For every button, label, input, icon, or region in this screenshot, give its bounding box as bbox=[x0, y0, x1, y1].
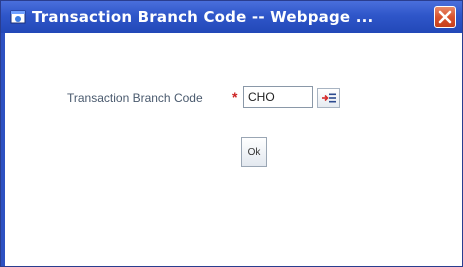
list-of-values-button[interactable] bbox=[317, 88, 340, 108]
required-marker: * bbox=[232, 89, 238, 105]
dialog-content: Transaction Branch Code * Ok bbox=[5, 33, 462, 266]
window-title: Transaction Branch Code -- Webpage ... bbox=[32, 8, 374, 26]
close-icon bbox=[435, 7, 455, 27]
branch-code-label: Transaction Branch Code bbox=[67, 91, 203, 105]
close-button[interactable] bbox=[434, 6, 456, 28]
ie-window-icon bbox=[10, 9, 26, 25]
list-of-values-icon bbox=[318, 92, 339, 104]
ok-button[interactable]: Ok bbox=[241, 137, 267, 167]
title-bar[interactable]: Transaction Branch Code -- Webpage ... bbox=[1, 1, 462, 33]
dialog-window: Transaction Branch Code -- Webpage ... T… bbox=[0, 0, 463, 267]
branch-code-input[interactable] bbox=[243, 86, 313, 108]
